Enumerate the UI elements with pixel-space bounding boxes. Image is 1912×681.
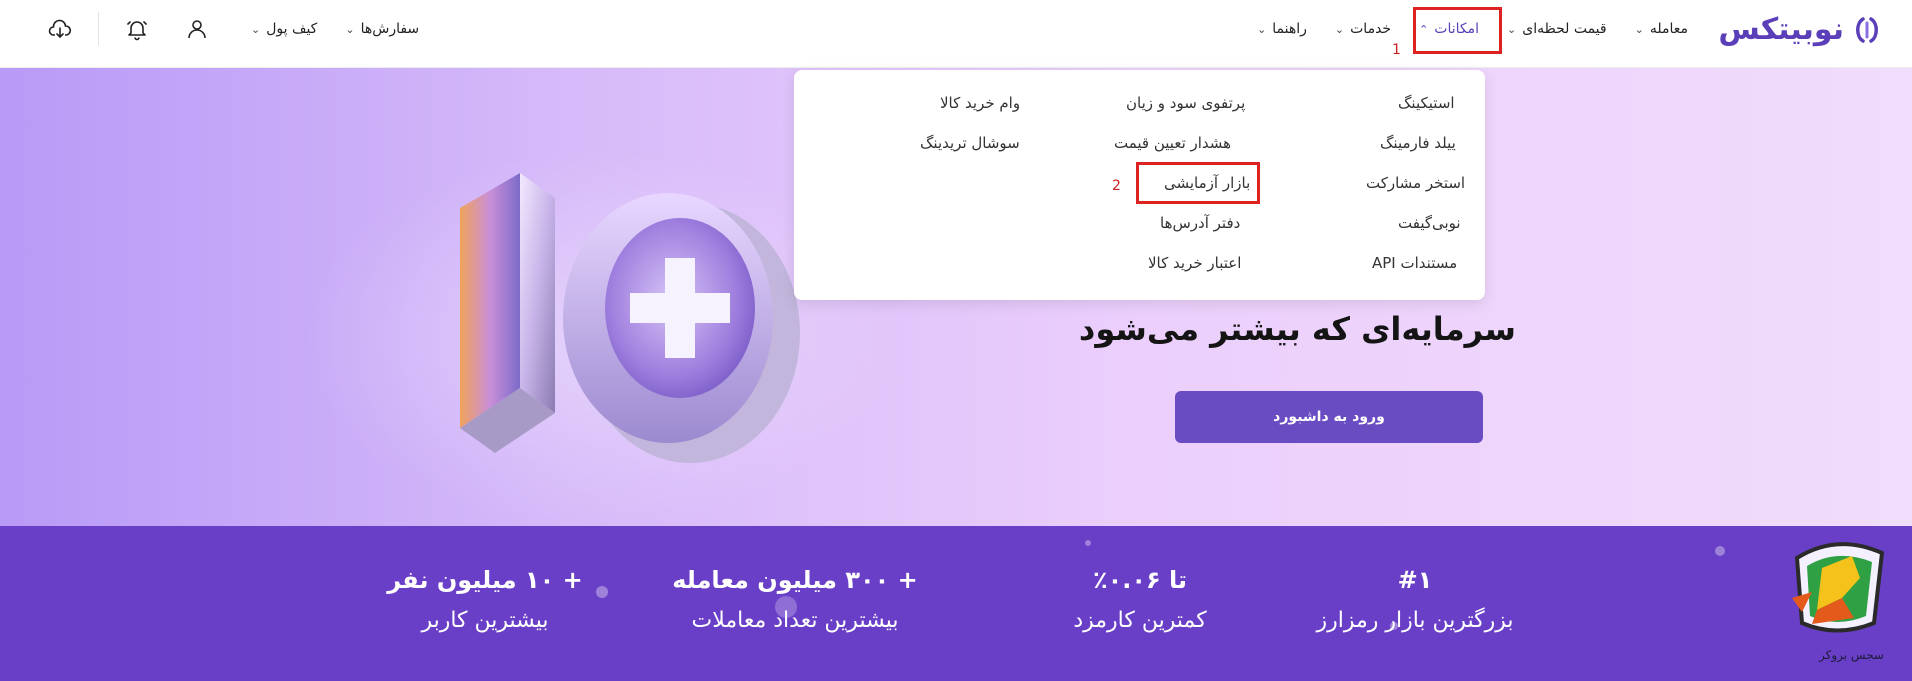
menu-item-api-docs[interactable]: مستندات API xyxy=(1372,254,1457,272)
nav-item-orders[interactable]: سفارش‌ها ⌄ xyxy=(331,0,433,58)
menu-item-goods-credit[interactable]: اعتبار خرید کالا xyxy=(1148,254,1241,272)
hero-title: سرمایه‌ای که بیشتر می‌شود xyxy=(1078,310,1516,348)
nav-item-label: کیف پول xyxy=(266,21,318,37)
menu-item-goods-loan[interactable]: وام خرید کالا xyxy=(940,94,1020,112)
stat-label: بیشترین کاربر xyxy=(421,608,549,633)
stat-value: + ۳۰۰ میلیون معامله xyxy=(672,566,918,594)
left-menus: کیف پول ⌄ سفارش‌ها ⌄ xyxy=(237,0,433,58)
menu-item-staking[interactable]: استیکینگ xyxy=(1398,94,1455,112)
chevron-down-icon: ⌄ xyxy=(1334,22,1345,36)
dashboard-button[interactable]: ورود به داشبورد xyxy=(1175,391,1483,443)
stat-label: بزرگترین بازار رمزارز xyxy=(1316,608,1514,633)
download-icon xyxy=(48,19,72,39)
logo-mark-icon xyxy=(1856,16,1878,43)
chevron-down-icon: ⌄ xyxy=(1507,22,1517,36)
stats-bar: #۱ بزرگترین بازار رمزارز تا ۰.۰۶٪ کمترین… xyxy=(0,526,1912,681)
nav-item-label: معامله xyxy=(1649,21,1688,37)
menu-item-social-trading[interactable]: سوشال تریدینگ xyxy=(920,134,1020,152)
menu-item-nobigift[interactable]: نوبی‌گیفت xyxy=(1398,214,1461,232)
user-account-button[interactable] xyxy=(167,0,227,58)
user-icon xyxy=(188,20,206,39)
menu-item-pnl-portfolio[interactable]: پرتفوی سود و زیان xyxy=(1126,94,1245,112)
nav-item-label: خدمات xyxy=(1350,21,1392,37)
chevron-down-icon: ⌄ xyxy=(1257,22,1267,36)
stat-lowest-fee: تا ۰.۰۶٪ کمترین کارمزد xyxy=(1040,566,1240,633)
nav-item-trade[interactable]: معامله ⌄ xyxy=(1621,0,1702,58)
nav-item-prices[interactable]: قیمت لحظه‌ای ⌄ xyxy=(1493,0,1621,58)
nav-item-wallet[interactable]: کیف پول ⌄ xyxy=(237,0,331,58)
highlight-box-testnet xyxy=(1136,162,1260,204)
brand-logo[interactable]: نوبیتکس xyxy=(1718,12,1882,47)
ten-plus-3d-art xyxy=(460,173,800,463)
annotation-2: 2 xyxy=(1112,178,1121,194)
chevron-down-icon: ⌄ xyxy=(1634,22,1644,36)
menu-item-yield-farming[interactable]: ییلد فارمینگ xyxy=(1380,134,1456,152)
menu-item-liquidity-pool[interactable]: استخر مشارکت xyxy=(1366,174,1465,192)
bell-icon xyxy=(127,21,147,41)
stat-biggest-market: #۱ بزرگترین بازار رمزارز xyxy=(1310,566,1520,633)
stat-value: تا ۰.۰۶٪ xyxy=(1092,566,1188,594)
nav-item-label: قیمت لحظه‌ای xyxy=(1522,21,1607,37)
stat-value: #۱ xyxy=(1397,566,1433,594)
watermark-text: سجس بروکر xyxy=(1818,648,1884,662)
download-app-button[interactable] xyxy=(30,0,90,58)
highlight-box-features xyxy=(1413,7,1502,54)
menu-item-address-book[interactable]: دفتر آدرس‌ها xyxy=(1160,214,1240,232)
menu-item-price-alert[interactable]: هشدار تعیین قیمت xyxy=(1114,134,1231,152)
top-header: نوبیتکس معامله ⌄ قیمت لحظه‌ای ⌄ امکانات … xyxy=(0,0,1912,68)
header-tools: کیف پول ⌄ سفارش‌ها ⌄ xyxy=(30,0,433,58)
bokeh-dot xyxy=(1715,546,1725,556)
chevron-down-icon: ⌄ xyxy=(345,22,355,36)
stat-label: بیشترین تعداد معاملات xyxy=(691,608,899,633)
stat-most-trades: + ۳۰۰ میلیون معامله بیشترین تعداد معاملا… xyxy=(670,566,920,633)
bokeh-dot xyxy=(596,586,608,598)
nav-item-guide[interactable]: راهنما ⌄ xyxy=(1243,0,1321,58)
stat-value: + ۱۰ میلیون نفر xyxy=(387,566,583,594)
stat-most-users: + ۱۰ میلیون نفر بیشترین کاربر xyxy=(385,566,585,633)
nav-item-label: راهنما xyxy=(1272,21,1307,37)
stat-label: کمترین کارمزد xyxy=(1073,608,1207,633)
divider xyxy=(98,12,99,46)
bokeh-dot xyxy=(1085,540,1091,546)
nav-item-label: سفارش‌ها xyxy=(360,21,420,37)
notifications-button[interactable] xyxy=(107,0,167,58)
logo-text: نوبیتکس xyxy=(1718,12,1844,47)
annotation-1: 1 xyxy=(1392,42,1401,58)
chevron-down-icon: ⌄ xyxy=(251,22,261,36)
